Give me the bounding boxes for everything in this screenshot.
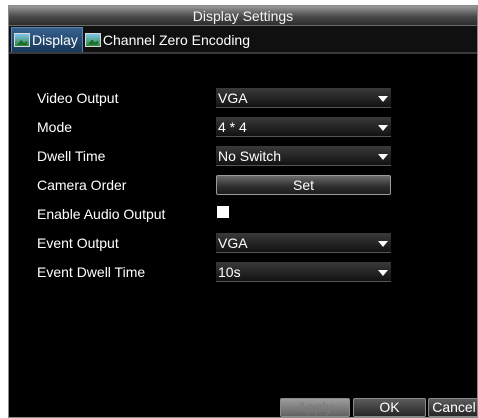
mode-label: Mode — [37, 119, 73, 135]
picture-icon — [14, 33, 30, 47]
event-dwell-time-value: 10s — [218, 264, 241, 280]
settings-form: Video Output VGA Mode 4 * 4 Dwell Time N… — [9, 54, 477, 384]
event-output-row: Event Output VGA — [9, 233, 477, 255]
cancel-button[interactable]: Cancel — [428, 398, 477, 417]
enable-audio-output-label: Enable Audio Output — [37, 206, 166, 222]
chevron-down-icon — [378, 154, 388, 160]
event-dwell-time-row: Event Dwell Time 10s — [9, 262, 477, 284]
video-output-label: Video Output — [37, 90, 119, 106]
camera-order-row: Camera Order Set — [9, 175, 477, 197]
window-title: Display Settings — [9, 6, 477, 26]
dwell-time-value: No Switch — [218, 148, 282, 164]
tab-channel-zero-encoding[interactable]: Channel Zero Encoding — [83, 27, 254, 52]
event-dwell-time-select[interactable]: 10s — [216, 262, 391, 282]
chevron-down-icon — [378, 125, 388, 131]
dwell-time-row: Dwell Time No Switch — [9, 146, 477, 168]
tab-display-label: Display — [32, 32, 78, 48]
enable-audio-output-checkbox[interactable] — [217, 206, 229, 218]
button-bar: Apply OK Cancel — [9, 395, 477, 417]
dwell-time-label: Dwell Time — [37, 148, 106, 164]
chevron-down-icon — [378, 270, 388, 276]
display-settings-window: Display Settings Display Channel Zero En… — [8, 5, 478, 418]
apply-button[interactable]: Apply — [280, 398, 350, 417]
picture-icon — [84, 32, 101, 47]
mode-row: Mode 4 * 4 — [9, 117, 477, 139]
camera-order-set-button[interactable]: Set — [216, 175, 391, 195]
dwell-time-select[interactable]: No Switch — [216, 146, 391, 166]
mode-select[interactable]: 4 * 4 — [216, 117, 391, 137]
tab-bar: Display Channel Zero Encoding — [9, 26, 477, 54]
ok-button[interactable]: OK — [353, 398, 426, 417]
video-output-select[interactable]: VGA — [216, 88, 391, 108]
chevron-down-icon — [378, 96, 388, 102]
tab-channel-zero-encoding-label: Channel Zero Encoding — [102, 31, 251, 48]
event-dwell-time-label: Event Dwell Time — [37, 264, 146, 280]
video-output-value: VGA — [218, 90, 248, 106]
tab-display[interactable]: Display — [11, 27, 83, 52]
video-output-row: Video Output VGA — [9, 88, 477, 110]
enable-audio-output-row: Enable Audio Output — [9, 204, 477, 226]
chevron-down-icon — [378, 241, 388, 247]
camera-order-label: Camera Order — [37, 177, 127, 193]
mode-value: 4 * 4 — [218, 119, 247, 135]
event-output-value: VGA — [218, 235, 248, 251]
event-output-select[interactable]: VGA — [216, 233, 391, 253]
event-output-label: Event Output — [37, 235, 119, 251]
